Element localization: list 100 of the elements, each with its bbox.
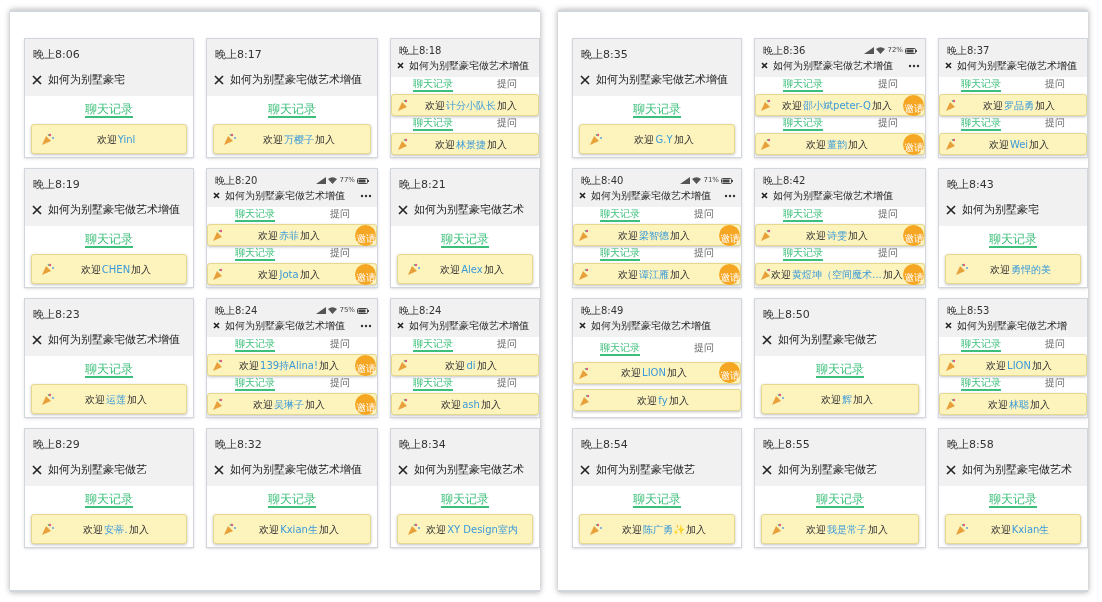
- tab[interactable]: 提问: [694, 248, 714, 261]
- tab[interactable]: 聊天记录: [413, 79, 453, 92]
- welcome-text: 欢迎: [634, 132, 655, 147]
- invite-button[interactable]: 邀请: [903, 133, 924, 155]
- tab[interactable]: 提问: [1045, 118, 1065, 131]
- tab[interactable]: 提问: [497, 79, 517, 92]
- join-text: 加入: [882, 267, 903, 282]
- join-text: 加入: [1035, 98, 1055, 113]
- tab[interactable]: 聊天记录: [816, 492, 864, 508]
- page-title: 如何为别墅豪宅做艺: [778, 331, 877, 348]
- invite-button[interactable]: 邀请: [355, 263, 376, 285]
- tab[interactable]: 聊天记录: [633, 102, 681, 118]
- member-name: 林景捷: [456, 137, 486, 152]
- invite-button[interactable]: 邀请: [903, 263, 924, 285]
- tab[interactable]: 聊天记录: [85, 102, 133, 118]
- welcome-text: 欢迎: [258, 267, 279, 282]
- tab[interactable]: 聊天记录: [234, 339, 275, 352]
- welcome-text: 欢迎: [637, 393, 658, 408]
- tab[interactable]: 聊天记录: [441, 232, 489, 248]
- member-name: Alex: [461, 262, 483, 277]
- invite-button[interactable]: 邀请: [355, 224, 376, 246]
- tab[interactable]: 提问: [329, 339, 350, 352]
- join-text: 加入: [868, 522, 888, 537]
- tab[interactable]: 提问: [497, 378, 517, 391]
- tab[interactable]: 提问: [1045, 339, 1065, 352]
- tab[interactable]: 提问: [877, 209, 898, 222]
- tab[interactable]: 提问: [497, 339, 517, 352]
- status-time: 晚上8:36: [763, 44, 806, 58]
- page-title: 如何为别墅豪宅做艺术增值: [225, 189, 345, 203]
- tab[interactable]: 聊天记录: [234, 378, 275, 391]
- join-text: 加入: [848, 137, 868, 152]
- tab[interactable]: 提问: [694, 209, 714, 222]
- tab[interactable]: 提问: [1045, 79, 1065, 92]
- welcome-text: 欢迎: [618, 267, 638, 282]
- tab[interactable]: 提问: [329, 209, 350, 222]
- tab[interactable]: 聊天记录: [989, 492, 1037, 508]
- tab[interactable]: 聊天记录: [961, 118, 1001, 131]
- tab[interactable]: 提问: [497, 118, 517, 131]
- invite-button[interactable]: 邀请: [355, 354, 376, 376]
- tab[interactable]: 提问: [694, 342, 714, 356]
- tab[interactable]: 聊天记录: [782, 118, 823, 131]
- page-title: 如何为别墅豪宅做艺: [778, 461, 877, 478]
- tab[interactable]: 聊天记录: [600, 248, 640, 261]
- welcome-text: 欢迎: [621, 366, 642, 380]
- page-title: 如何为别墅豪宅做艺术增值: [591, 189, 711, 203]
- tab[interactable]: 聊天记录: [85, 492, 133, 508]
- member-name: di: [466, 358, 476, 373]
- welcome-text: 欢迎: [806, 522, 826, 537]
- tab[interactable]: 聊天记录: [85, 362, 133, 378]
- invite-button[interactable]: 邀请: [903, 224, 924, 246]
- invite-button[interactable]: 邀请: [355, 393, 376, 415]
- status-time: 晚上8:58: [947, 437, 994, 453]
- tab[interactable]: 聊天记录: [782, 209, 823, 222]
- welcome-text: 欢迎: [806, 228, 826, 243]
- tab[interactable]: 聊天记录: [782, 79, 823, 92]
- tab[interactable]: 提问: [877, 79, 898, 92]
- tab[interactable]: 聊天记录: [234, 248, 275, 261]
- join-text: 加入: [128, 522, 149, 537]
- tab[interactable]: 聊天记录: [816, 362, 864, 378]
- tab[interactable]: 提问: [1045, 378, 1065, 391]
- member-name: G.Y: [655, 132, 673, 147]
- tab[interactable]: 聊天记录: [268, 102, 316, 118]
- tab[interactable]: 聊天记录: [234, 209, 275, 222]
- tab[interactable]: 聊天记录: [413, 378, 453, 391]
- tab[interactable]: 聊天记录: [633, 492, 681, 508]
- tab[interactable]: 聊天记录: [600, 209, 640, 222]
- tab[interactable]: 聊天记录: [961, 339, 1001, 352]
- tab[interactable]: 聊天记录: [268, 492, 316, 508]
- tab[interactable]: 提问: [877, 118, 898, 131]
- tab[interactable]: 聊天记录: [413, 118, 453, 131]
- welcome-text: 欢迎: [425, 98, 445, 113]
- join-text: 加入: [871, 98, 892, 113]
- tab[interactable]: 聊天记录: [441, 492, 489, 508]
- welcome-text: 欢迎: [988, 137, 1009, 152]
- tab[interactable]: 提问: [329, 248, 350, 261]
- page-title: 如何为别墅豪宅做艺术增值: [48, 201, 180, 218]
- tab[interactable]: 聊天记录: [600, 342, 640, 356]
- status-time: 晚上8:06: [33, 47, 80, 63]
- welcome-text: 欢迎: [440, 262, 461, 277]
- invite-button[interactable]: 邀请: [903, 94, 924, 116]
- invite-button[interactable]: 邀请: [719, 263, 740, 285]
- page-title: 如何为别墅豪宅做艺术增值: [409, 59, 529, 73]
- join-text: 加入: [127, 392, 147, 407]
- tab[interactable]: 聊天记录: [961, 79, 1001, 92]
- tab[interactable]: 提问: [877, 248, 898, 261]
- tab[interactable]: 聊天记录: [989, 232, 1037, 248]
- page-title: 如何为别墅豪宅做艺术增值: [230, 461, 362, 478]
- tab[interactable]: 聊天记录: [961, 378, 1001, 391]
- welcome-text: 欢迎: [622, 522, 642, 537]
- tab[interactable]: 提问: [329, 378, 350, 391]
- status-time: 晚上8:40: [581, 174, 624, 188]
- tab[interactable]: 聊天记录: [782, 248, 823, 261]
- status-time: 晚上8:24: [215, 304, 258, 318]
- join-text: 加入: [131, 262, 152, 277]
- invite-button[interactable]: 邀请: [719, 224, 740, 246]
- tab[interactable]: 聊天记录: [85, 232, 133, 248]
- tab[interactable]: 聊天记录: [413, 339, 453, 352]
- join-text: 加入: [319, 358, 339, 373]
- invite-button[interactable]: 邀请: [719, 362, 740, 383]
- status-time: 晚上8:19: [33, 177, 80, 193]
